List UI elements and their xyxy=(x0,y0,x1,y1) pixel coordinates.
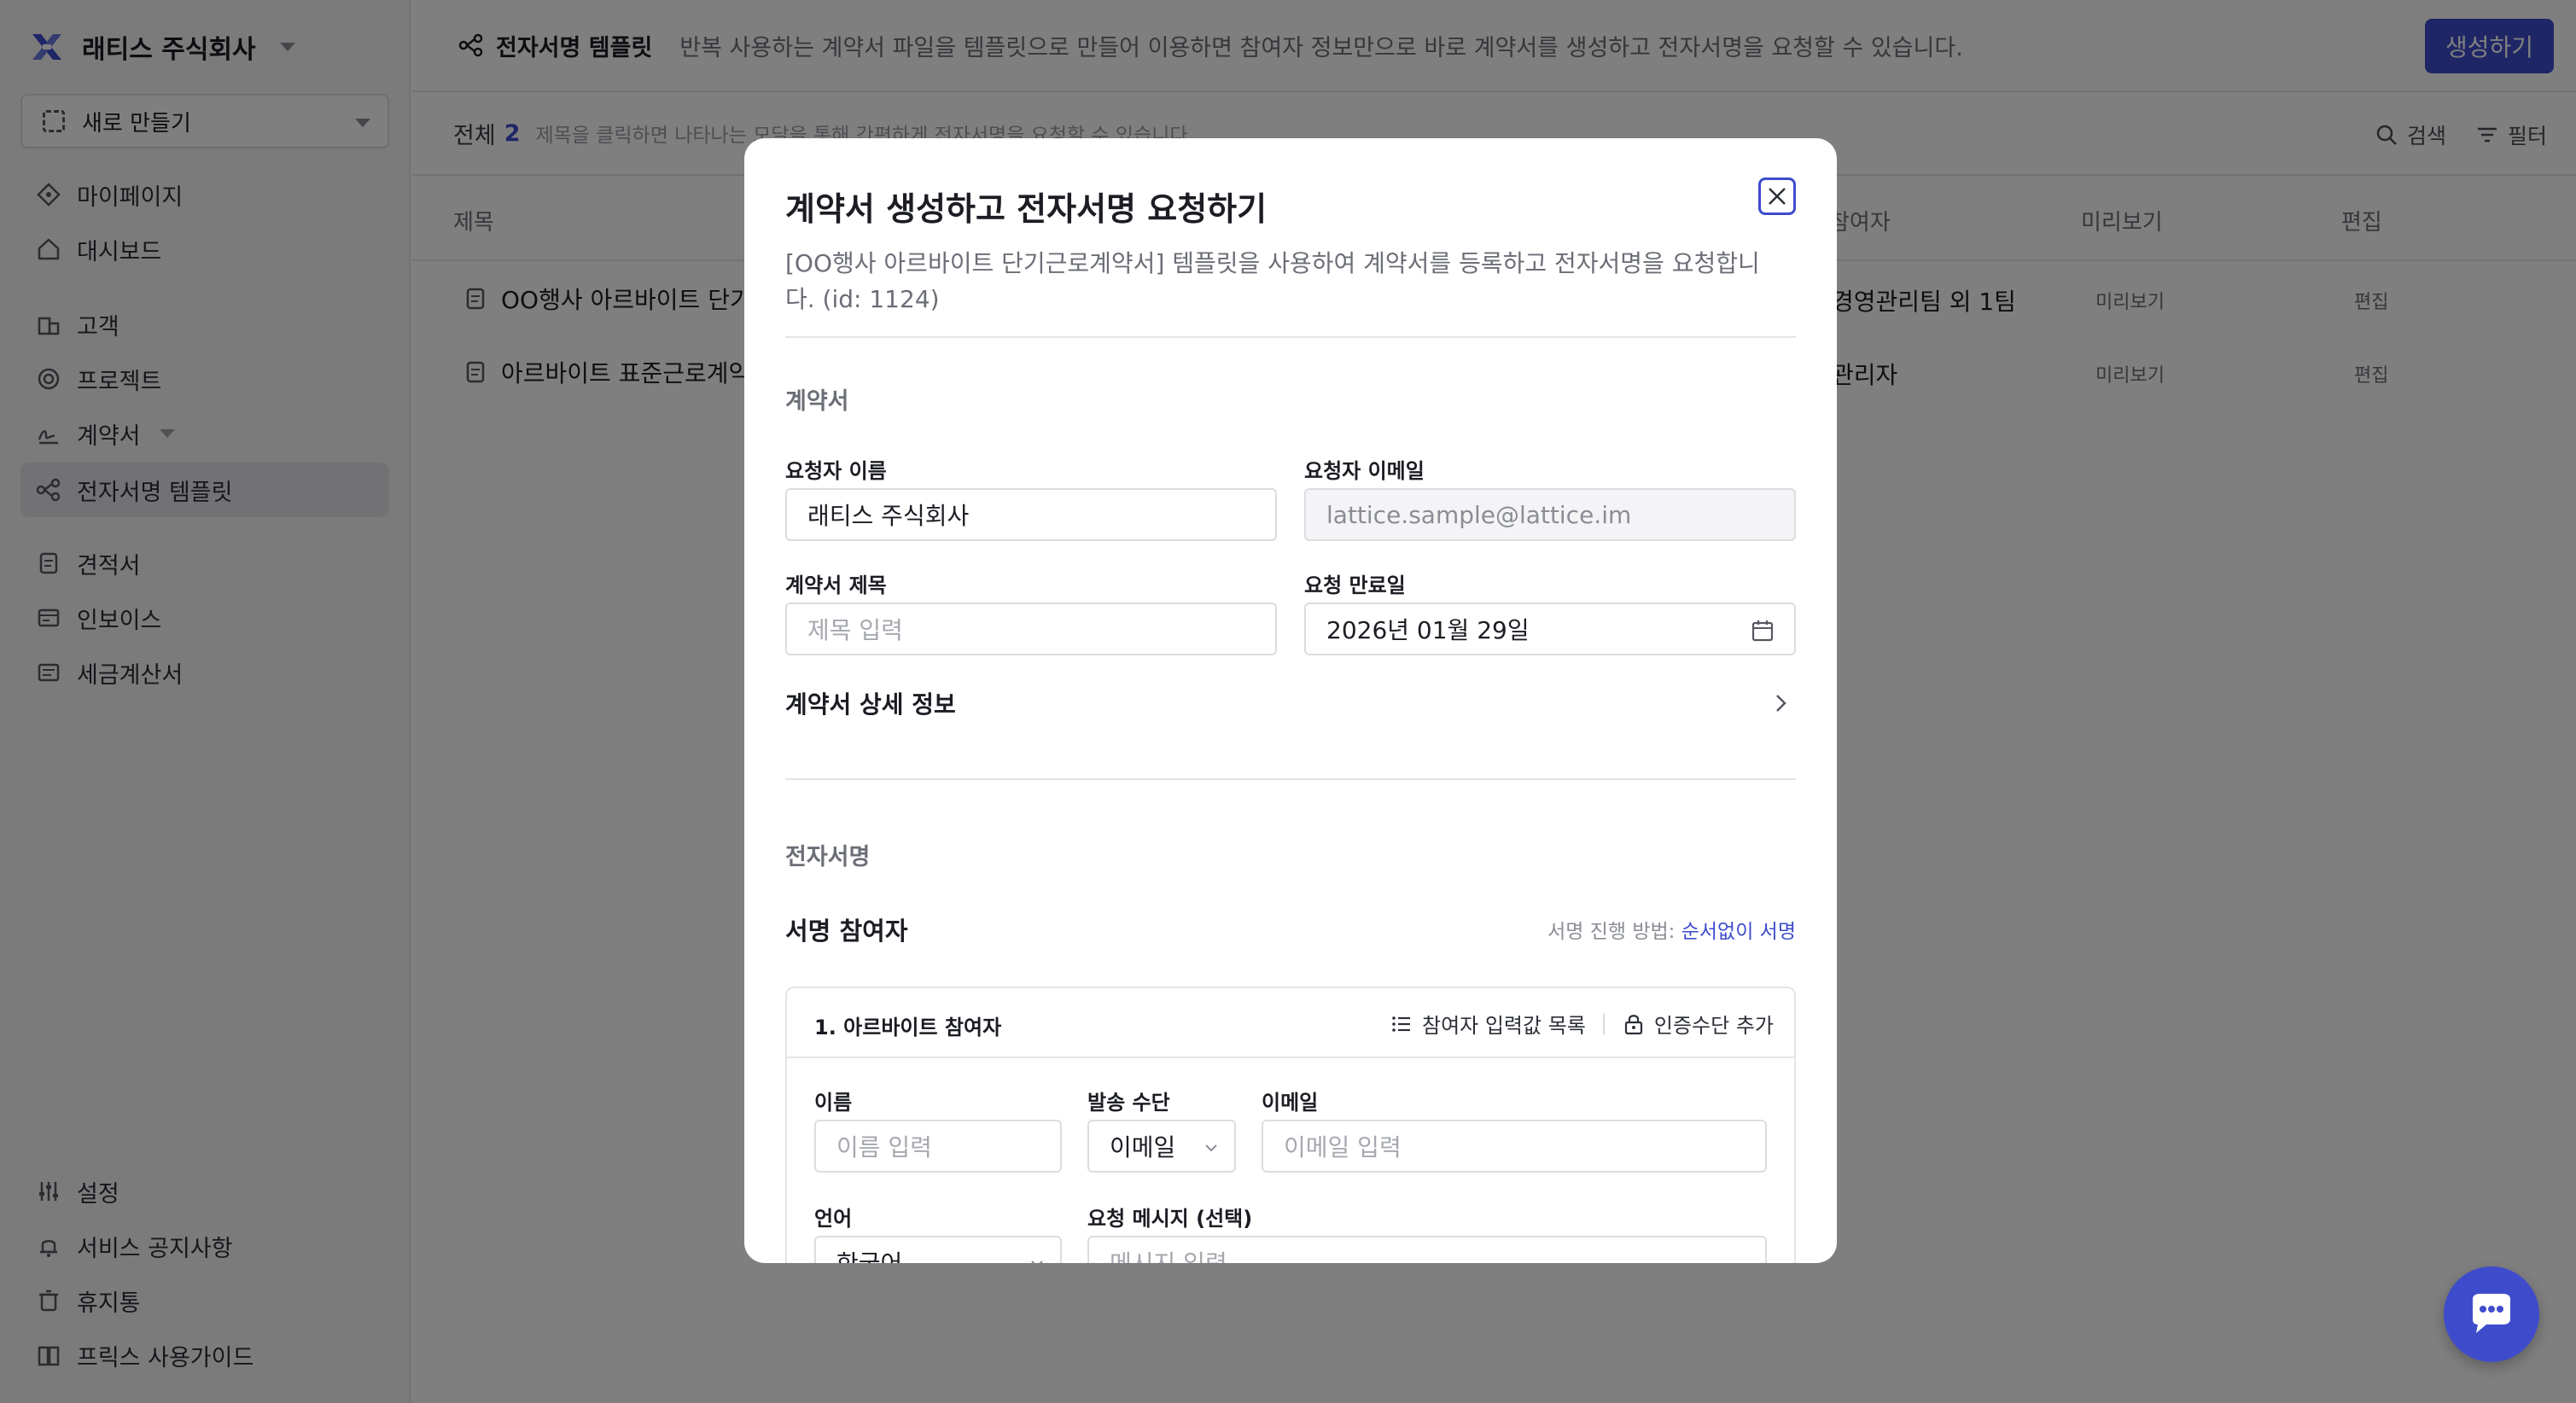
name-label: 이름 xyxy=(814,1091,853,1115)
close-button[interactable] xyxy=(1758,178,1796,215)
participant-name-placeholder: 이름 입력 xyxy=(836,1133,932,1161)
sign-method: 서명 진행 방법: 순서없이 서명 xyxy=(1547,915,1796,944)
signers-title: 서명 참여자 xyxy=(785,917,908,946)
calendar-icon xyxy=(1751,620,1774,642)
modal-title: 계약서 생성하고 전자서명 요청하기 xyxy=(785,190,1268,228)
close-icon xyxy=(1769,188,1786,205)
contract-title-placeholder: 제목 입력 xyxy=(807,616,903,644)
divider xyxy=(785,778,1796,780)
chat-icon xyxy=(2473,1294,2510,1333)
expiry-date-picker[interactable]: 2026년 01월 29일 xyxy=(1304,603,1796,655)
list-icon xyxy=(1392,1016,1410,1032)
participant-email-input[interactable]: 이메일 입력 xyxy=(1262,1120,1767,1173)
expiry-date-value: 2026년 01월 29일 xyxy=(1326,616,1530,644)
participant-card: 1. 아르바이트 참여자 참여자 입력값 목록 인증수단 추가 이름 이름 입력… xyxy=(785,987,1796,1263)
chevron-down-icon xyxy=(1031,1260,1043,1263)
language-value: 한국어 xyxy=(836,1245,902,1263)
requester-name-label: 요청자 이름 xyxy=(785,459,887,483)
requester-name-value: 래티스 주식회사 xyxy=(807,502,970,530)
chevron-right-icon xyxy=(1776,695,1786,712)
message-placeholder: 메시지 입력 xyxy=(1110,1245,1227,1263)
send-method-label: 발송 수단 xyxy=(1087,1091,1170,1115)
create-contract-modal: 계약서 생성하고 전자서명 요청하기 [OO행사 아르바이트 단기근로계약서] … xyxy=(744,138,1837,1263)
contract-detail-label: 계약서 상세 정보 xyxy=(785,690,956,719)
app-root: 래티스 주식회사 새로 만들기 마이페이지 대시보드 고객 프로젝트 계약서 xyxy=(0,0,2576,1403)
input-list-label: 참여자 입력값 목록 xyxy=(1421,1014,1586,1038)
divider xyxy=(1602,1012,1605,1035)
message-label: 요청 메시지 (선택) xyxy=(1087,1207,1253,1231)
add-auth-button[interactable]: 인증수단 추가 xyxy=(1622,1009,1774,1039)
modal-description: [OO행사 아르바이트 단기근로계약서] 템플릿을 사용하여 계약서를 등록하고… xyxy=(785,249,1760,313)
email-label: 이메일 xyxy=(1262,1091,1319,1115)
chat-support-button[interactable] xyxy=(2444,1266,2539,1362)
requester-email-field: lattice.sample@lattice.im xyxy=(1304,488,1796,541)
section-esign: 전자서명 xyxy=(785,844,871,870)
requester-name-field[interactable]: 래티스 주식회사 xyxy=(785,488,1277,541)
sign-method-link[interactable]: 순서없이 서명 xyxy=(1681,921,1796,943)
expiry-date-label: 요청 만료일 xyxy=(1304,573,1406,597)
participant-name-input[interactable]: 이름 입력 xyxy=(814,1120,1062,1173)
input-list-button[interactable]: 참여자 입력값 목록 xyxy=(1390,1009,1586,1039)
sign-method-label: 서명 진행 방법: xyxy=(1547,921,1676,943)
send-method-value: 이메일 xyxy=(1110,1133,1176,1161)
lock-icon xyxy=(1624,1014,1642,1034)
participant-card-header: 1. 아르바이트 참여자 참여자 입력값 목록 인증수단 추가 xyxy=(787,988,1794,1058)
language-label: 언어 xyxy=(814,1207,853,1231)
language-select[interactable]: 한국어 xyxy=(814,1236,1062,1263)
contract-detail-toggle[interactable]: 계약서 상세 정보 xyxy=(785,683,1796,731)
participant-title: 1. 아르바이트 참여자 xyxy=(814,1016,1002,1039)
requester-email-label: 요청자 이메일 xyxy=(1304,459,1425,483)
add-auth-label: 인증수단 추가 xyxy=(1653,1014,1774,1038)
send-method-select[interactable]: 이메일 xyxy=(1087,1120,1236,1173)
chevron-down-icon xyxy=(1205,1144,1217,1152)
message-input[interactable]: 메시지 입력 xyxy=(1087,1236,1767,1263)
requester-email-value: lattice.sample@lattice.im xyxy=(1326,500,1632,529)
section-contract: 계약서 xyxy=(785,388,849,415)
divider xyxy=(785,336,1796,338)
participant-email-placeholder: 이메일 입력 xyxy=(1284,1133,1402,1161)
contract-title-label: 계약서 제목 xyxy=(785,573,887,597)
contract-title-input[interactable]: 제목 입력 xyxy=(785,603,1277,655)
